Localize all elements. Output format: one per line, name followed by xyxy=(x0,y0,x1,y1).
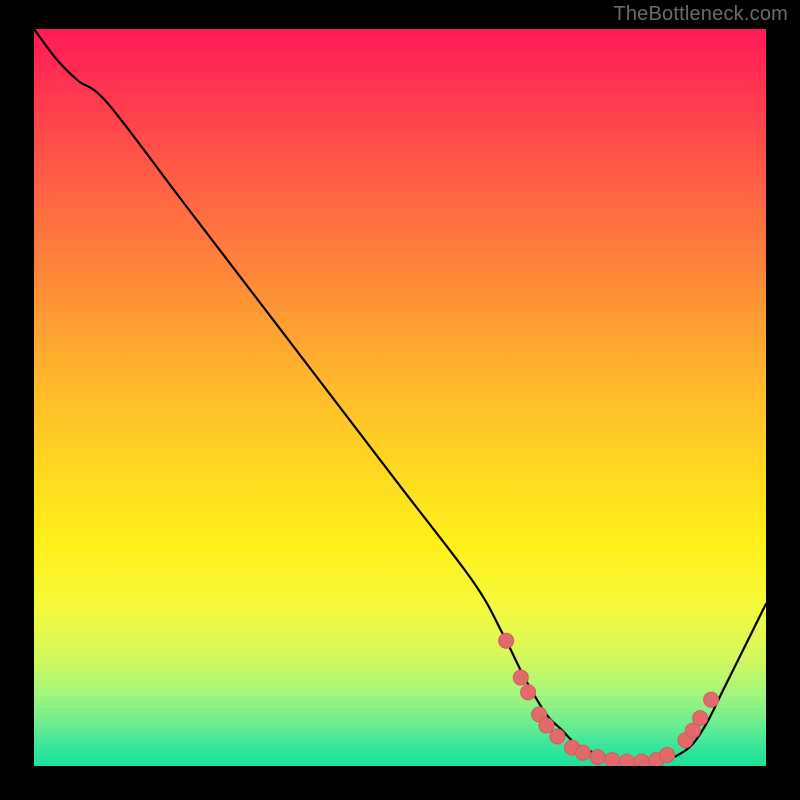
plot-area xyxy=(34,29,766,766)
curve-marker xyxy=(590,750,605,765)
bottleneck-curve xyxy=(34,29,766,763)
curve-marker xyxy=(634,754,649,766)
curve-marker xyxy=(499,633,514,648)
curve-layer xyxy=(34,29,766,766)
curve-marker xyxy=(704,692,719,707)
curve-marker xyxy=(605,753,620,766)
curve-marker xyxy=(521,685,536,700)
attribution-text: TheBottleneck.com xyxy=(613,3,788,26)
chart-root: TheBottleneck.com xyxy=(0,0,800,800)
curve-markers xyxy=(499,633,719,766)
curve-marker xyxy=(660,747,675,762)
curve-marker xyxy=(550,729,565,744)
curve-marker xyxy=(576,745,591,760)
curve-marker xyxy=(539,718,554,733)
curve-marker xyxy=(619,754,634,766)
curve-marker xyxy=(513,670,528,685)
curve-marker xyxy=(693,711,708,726)
